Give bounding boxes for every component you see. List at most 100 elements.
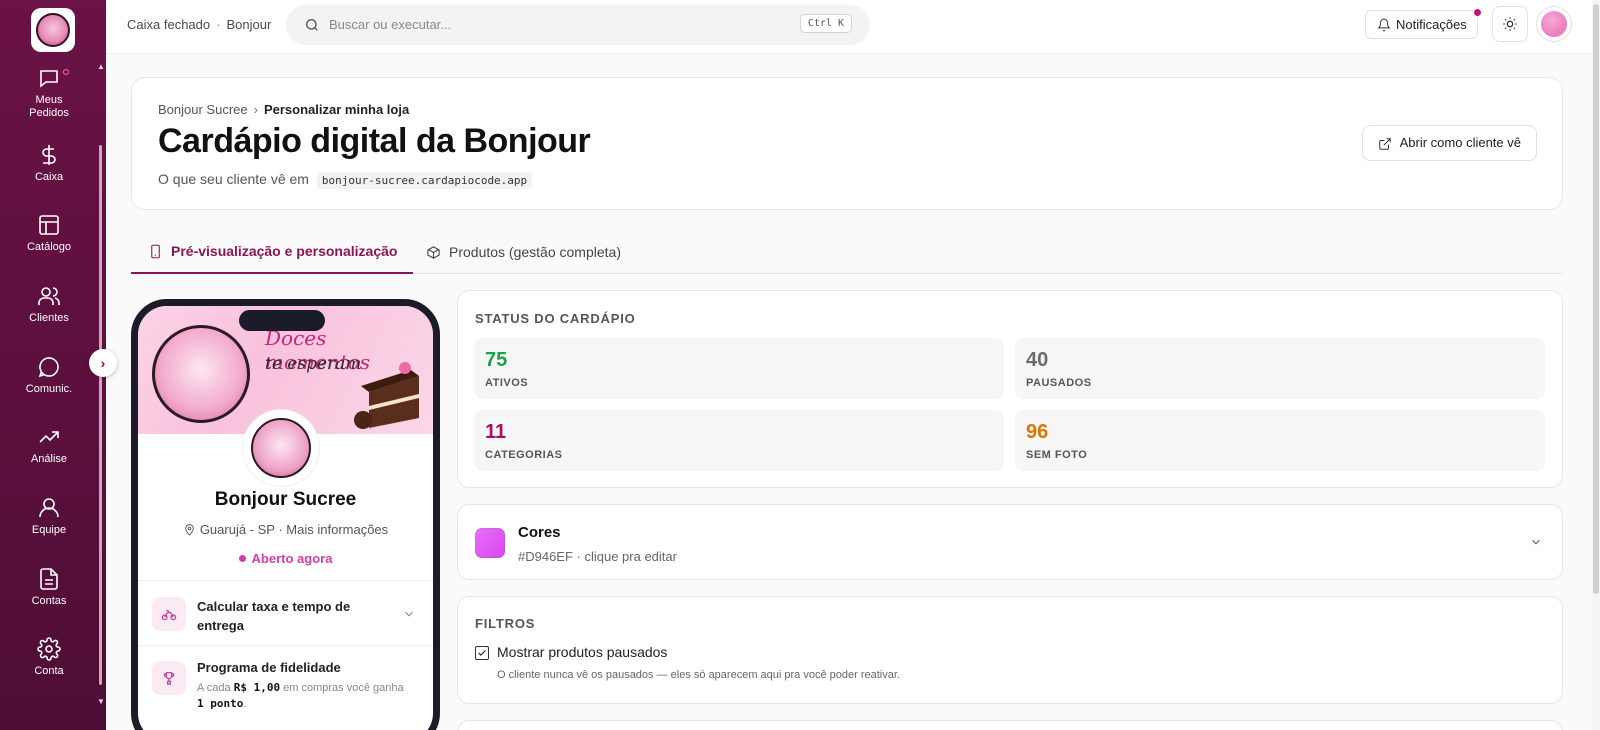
store-url: bonjour-sucree.cardapiocode.app — [316, 172, 533, 189]
store-logo[interactable] — [31, 8, 75, 52]
avatar-image — [1541, 11, 1567, 37]
phone-notch — [239, 310, 325, 331]
sidebar-item-equipe[interactable]: Equipe — [0, 496, 98, 537]
loyalty-title: Programa de fidelidade — [197, 660, 341, 675]
unicorn-logo-icon — [251, 418, 311, 478]
loyalty-text: A cada — [197, 682, 231, 694]
color-swatch[interactable] — [475, 528, 505, 558]
sidebar-item-label: Conta — [34, 665, 64, 677]
loyalty-program-row: Programa de fidelidade A cada R$ 1,00 em… — [152, 660, 420, 717]
filters-card: FILTROS Mostrar produtos pausados O clie… — [457, 596, 1563, 704]
sidebar-item-comunic[interactable]: Comunic. — [0, 355, 98, 396]
cake-icon — [354, 362, 419, 429]
page-scrollbar[interactable] — [1593, 4, 1599, 594]
sidebar-item-label: Equipe — [31, 524, 67, 536]
notification-dot — [63, 69, 69, 75]
breadcrumb: Bonjour Sucree › Personalizar minha loja — [158, 102, 410, 117]
status-dot — [238, 555, 246, 562]
sidebar-scrollbar[interactable] — [99, 145, 102, 685]
stat-no-photo: 96 SEM FOTO — [1015, 410, 1545, 471]
delivery-calculator-row[interactable]: Calcular taxa e tempo de entrega — [152, 597, 420, 637]
sidebar-item-label: Meus Pedidos — [29, 94, 69, 119]
show-paused-help: O cliente nunca vê os pausados — eles só… — [497, 669, 900, 681]
sidebar-item-contas[interactable]: Contas — [0, 567, 98, 608]
colors-card[interactable]: Cores #D946EF · clique pra editar — [457, 504, 1563, 580]
topbar: Caixa fechado · Bonjour Buscar ou executar… — [106, 0, 1592, 54]
bike-icon — [152, 597, 186, 631]
chevron-down-icon — [405, 611, 413, 617]
package-icon — [427, 245, 440, 259]
stat-categories: 11 CATEGORIAS — [474, 410, 1004, 471]
stat-label: SEM FOTO — [1026, 449, 1088, 461]
sidebar-item-catalogo[interactable]: Catálogo — [0, 213, 98, 254]
trending-up-icon — [39, 431, 59, 443]
tab-products[interactable]: Produtos (gestão completa) — [426, 230, 621, 274]
chevron-right-icon: › — [100, 355, 106, 371]
menu-status-card: STATUS DO CARDÁPIO 75 ATIVOS 40 PAUSADOS… — [457, 290, 1563, 488]
sidebar-item-conta[interactable]: Conta — [0, 637, 98, 678]
stat-value: 11 — [485, 421, 507, 443]
user-avatar[interactable] — [1536, 6, 1572, 42]
loyalty-amount: R$ 1,00 — [233, 681, 281, 694]
layout-icon — [39, 215, 59, 235]
delivery-title: Calcular taxa e tempo de entrega — [197, 599, 351, 633]
sidebar-item-label: Comunic. — [25, 383, 73, 395]
tab-label: Pré-visualização e personalização — [171, 243, 398, 259]
stat-value: 96 — [1026, 421, 1049, 443]
show-paused-label[interactable]: Mostrar produtos pausados — [497, 644, 667, 660]
notifications-label: Notificações — [1396, 17, 1467, 32]
divider — [138, 580, 433, 581]
external-link-icon — [1378, 138, 1391, 150]
tab-bar: Pré-visualização e personalização Produt… — [131, 230, 1563, 274]
scroll-up-icon[interactable]: ▲ — [97, 62, 105, 71]
more-info-link[interactable]: Mais informações — [286, 522, 388, 537]
status-card-title: STATUS DO CARDÁPIO — [475, 311, 636, 326]
sidebar-item-clientes[interactable]: Clientes — [0, 284, 98, 325]
notification-badge — [1472, 8, 1482, 17]
sidebar-item-caixa[interactable]: Caixa — [0, 143, 98, 184]
page-subtitle: O que seu cliente vê em bonjour-sucree.c… — [158, 171, 533, 189]
smartphone-icon — [151, 244, 160, 258]
scroll-down-icon[interactable]: ▼ — [97, 697, 105, 706]
user-icon — [39, 498, 59, 518]
tab-label: Produtos (gestão completa) — [449, 244, 621, 260]
loyalty-points: 1 ponto — [197, 697, 244, 710]
notifications-button[interactable]: Notificações — [1365, 8, 1482, 39]
tab-preview[interactable]: Pré-visualização e personalização — [131, 230, 414, 274]
sidebar-item-meus-pedidos[interactable]: Meus Pedidos — [0, 66, 98, 120]
sidebar-item-label: Clientes — [29, 312, 69, 324]
store-status: Caixa fechado · Bonjour — [127, 17, 272, 32]
search-bar[interactable]: Buscar ou executar... Ctrl K — [286, 5, 870, 45]
stat-paused: 40 PAUSADOS — [1015, 338, 1545, 399]
open-as-customer-button[interactable]: Abrir como cliente vê — [1361, 125, 1537, 161]
stat-label: PAUSADOS — [1026, 377, 1092, 389]
breadcrumb-current: Personalizar minha loja — [263, 102, 410, 117]
sidebar-item-label: Caixa — [34, 171, 64, 183]
search-input[interactable]: Buscar ou executar... — [329, 17, 451, 32]
check-icon — [478, 650, 486, 656]
store-name: Bonjour Sucree — [214, 489, 357, 510]
page-header-card: Bonjour Sucree › Personalizar minha loja C… — [131, 77, 1563, 210]
file-text-icon — [40, 568, 58, 590]
sidebar-item-analise[interactable]: Análise — [0, 425, 98, 466]
sidebar-item-label: Análise — [30, 453, 68, 465]
open-status-label: Aberto agora — [251, 551, 333, 566]
sidebar-item-label: Catálogo — [26, 241, 72, 253]
sun-icon — [1503, 17, 1517, 31]
show-paused-checkbox[interactable] — [475, 646, 489, 660]
stat-active: 75 ATIVOS — [474, 338, 1004, 399]
loyalty-text: . — [243, 698, 247, 710]
breadcrumb-root[interactable]: Bonjour Sucree — [158, 102, 248, 117]
bell-icon — [1377, 18, 1391, 32]
loyalty-description: A cada R$ 1,00 em compras você ganha 1 p… — [197, 680, 407, 712]
chevron-down-icon[interactable] — [1529, 535, 1543, 549]
sidebar-expand-button[interactable]: › — [89, 349, 117, 377]
message-circle-icon — [38, 357, 59, 378]
chat-bubble-icon — [40, 70, 58, 88]
theme-toggle-button[interactable] — [1492, 6, 1528, 42]
page-title: Cardápio digital da Bonjour — [158, 122, 591, 160]
phone-preview: Doces momentos te esperam Bonjour Sucree… — [131, 299, 440, 730]
stat-label: ATIVOS — [485, 377, 529, 389]
unicorn-logo-icon — [36, 13, 70, 47]
cash-status: Caixa fechado — [127, 17, 211, 32]
